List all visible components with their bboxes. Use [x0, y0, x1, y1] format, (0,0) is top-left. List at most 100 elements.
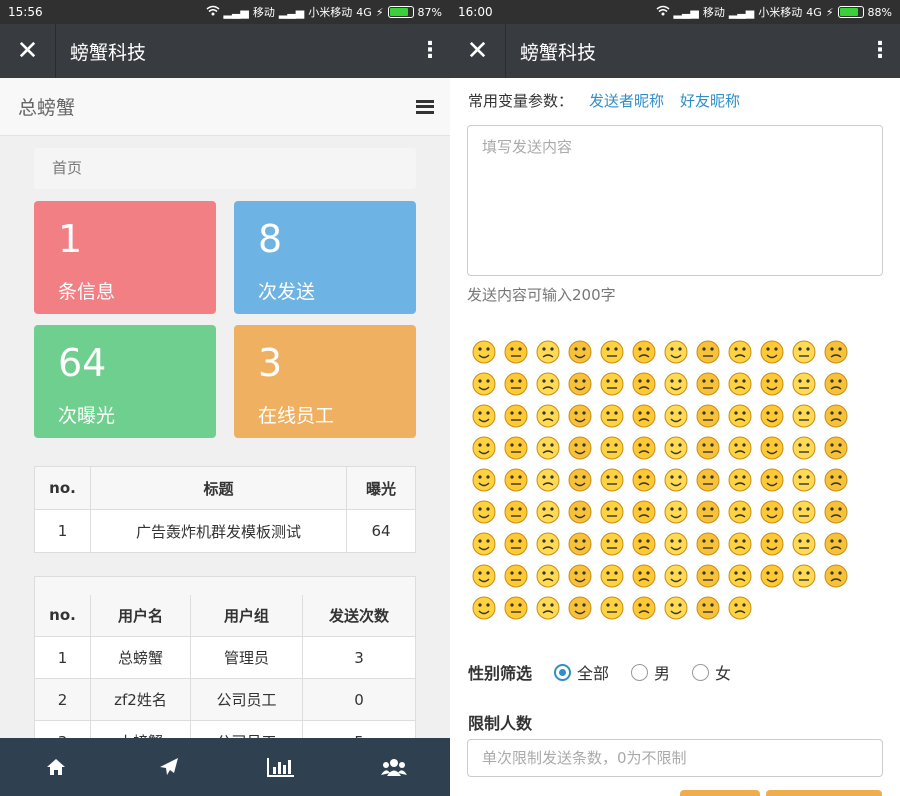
emoji-icon[interactable] [500, 592, 532, 624]
plane-icon[interactable] [139, 738, 199, 796]
users-icon[interactable] [364, 738, 424, 796]
emoji-icon[interactable] [692, 592, 724, 624]
emoji-icon[interactable] [660, 496, 692, 528]
emoji-icon[interactable] [500, 464, 532, 496]
emoji-icon[interactable] [596, 432, 628, 464]
emoji-icon[interactable] [692, 336, 724, 368]
emoji-icon[interactable] [820, 496, 852, 528]
emoji-icon[interactable] [564, 464, 596, 496]
emoji-icon[interactable] [820, 464, 852, 496]
sender-nickname-link[interactable]: 发送者昵称 [589, 90, 664, 111]
emoji-icon[interactable] [564, 432, 596, 464]
breadcrumb[interactable]: 首页 [34, 148, 416, 189]
emoji-icon[interactable] [468, 336, 500, 368]
emoji-icon[interactable] [532, 560, 564, 592]
close-icon[interactable]: ✕ [450, 24, 506, 78]
gender-option-all[interactable]: 全部 [554, 660, 609, 684]
emoji-icon[interactable] [596, 528, 628, 560]
emoji-icon[interactable] [532, 400, 564, 432]
emoji-icon[interactable] [532, 464, 564, 496]
table-row[interactable]: 2 zf2姓名 公司员工 0 [34, 678, 416, 721]
emoji-icon[interactable] [564, 368, 596, 400]
emoji-icon[interactable] [820, 368, 852, 400]
emoji-icon[interactable] [564, 496, 596, 528]
emoji-icon[interactable] [500, 560, 532, 592]
emoji-icon[interactable] [756, 336, 788, 368]
action-button[interactable] [680, 790, 760, 796]
emoji-icon[interactable] [820, 528, 852, 560]
emoji-icon[interactable] [500, 432, 532, 464]
emoji-icon[interactable] [692, 528, 724, 560]
emoji-icon[interactable] [532, 528, 564, 560]
emoji-icon[interactable] [532, 432, 564, 464]
emoji-icon[interactable] [596, 368, 628, 400]
emoji-icon[interactable] [724, 368, 756, 400]
radio-icon[interactable] [631, 663, 649, 681]
emoji-icon[interactable] [564, 400, 596, 432]
emoji-icon[interactable] [820, 336, 852, 368]
radio-selected-icon[interactable] [554, 663, 572, 681]
emoji-icon[interactable] [468, 400, 500, 432]
emoji-icon[interactable] [724, 464, 756, 496]
emoji-icon[interactable] [596, 464, 628, 496]
emoji-icon[interactable] [660, 528, 692, 560]
emoji-icon[interactable] [820, 432, 852, 464]
bar-chart-icon[interactable] [251, 738, 311, 796]
stat-card-online-staff[interactable]: 3 在线员工 [234, 325, 416, 438]
emoji-icon[interactable] [628, 592, 660, 624]
emoji-icon[interactable] [692, 432, 724, 464]
emoji-icon[interactable] [788, 400, 820, 432]
table-row[interactable]: 1 广告轰炸机群发模板测试 64 [34, 509, 416, 553]
emoji-icon[interactable] [468, 560, 500, 592]
emoji-icon[interactable] [468, 464, 500, 496]
emoji-icon[interactable] [788, 368, 820, 400]
emoji-icon[interactable] [564, 528, 596, 560]
emoji-icon[interactable] [628, 496, 660, 528]
emoji-icon[interactable] [660, 432, 692, 464]
emoji-icon[interactable] [564, 592, 596, 624]
emoji-icon[interactable] [788, 528, 820, 560]
stat-card-sends[interactable]: 8 次发送 [234, 201, 416, 314]
emoji-icon[interactable] [660, 592, 692, 624]
emoji-icon[interactable] [820, 400, 852, 432]
emoji-icon[interactable] [564, 336, 596, 368]
emoji-icon[interactable] [500, 336, 532, 368]
emoji-icon[interactable] [596, 496, 628, 528]
emoji-icon[interactable] [532, 368, 564, 400]
emoji-icon[interactable] [692, 560, 724, 592]
emoji-icon[interactable] [468, 592, 500, 624]
more-menu-icon[interactable]: ⋮ [410, 24, 450, 78]
emoji-icon[interactable] [532, 496, 564, 528]
emoji-icon[interactable] [628, 432, 660, 464]
emoji-icon[interactable] [724, 336, 756, 368]
emoji-icon[interactable] [660, 560, 692, 592]
emoji-icon[interactable] [628, 400, 660, 432]
emoji-icon[interactable] [756, 464, 788, 496]
action-button[interactable] [766, 790, 882, 796]
more-menu-icon[interactable]: ⋮ [860, 24, 900, 78]
emoji-icon[interactable] [756, 496, 788, 528]
emoji-icon[interactable] [660, 400, 692, 432]
hamburger-menu-icon[interactable] [416, 99, 434, 114]
emoji-icon[interactable] [724, 432, 756, 464]
emoji-icon[interactable] [500, 400, 532, 432]
emoji-icon[interactable] [692, 368, 724, 400]
emoji-icon[interactable] [500, 368, 532, 400]
emoji-icon[interactable] [724, 592, 756, 624]
friend-nickname-link[interactable]: 好友昵称 [680, 90, 740, 111]
emoji-icon[interactable] [756, 400, 788, 432]
emoji-icon[interactable] [500, 496, 532, 528]
emoji-icon[interactable] [724, 528, 756, 560]
emoji-icon[interactable] [788, 336, 820, 368]
emoji-icon[interactable] [596, 560, 628, 592]
emoji-icon[interactable] [500, 528, 532, 560]
radio-icon[interactable] [692, 663, 710, 681]
content-textarea[interactable] [467, 125, 883, 276]
emoji-icon[interactable] [756, 368, 788, 400]
emoji-icon[interactable] [468, 528, 500, 560]
emoji-icon[interactable] [628, 336, 660, 368]
emoji-icon[interactable] [468, 368, 500, 400]
emoji-icon[interactable] [820, 560, 852, 592]
emoji-icon[interactable] [628, 368, 660, 400]
stat-card-exposure[interactable]: 64 次曝光 [34, 325, 216, 438]
